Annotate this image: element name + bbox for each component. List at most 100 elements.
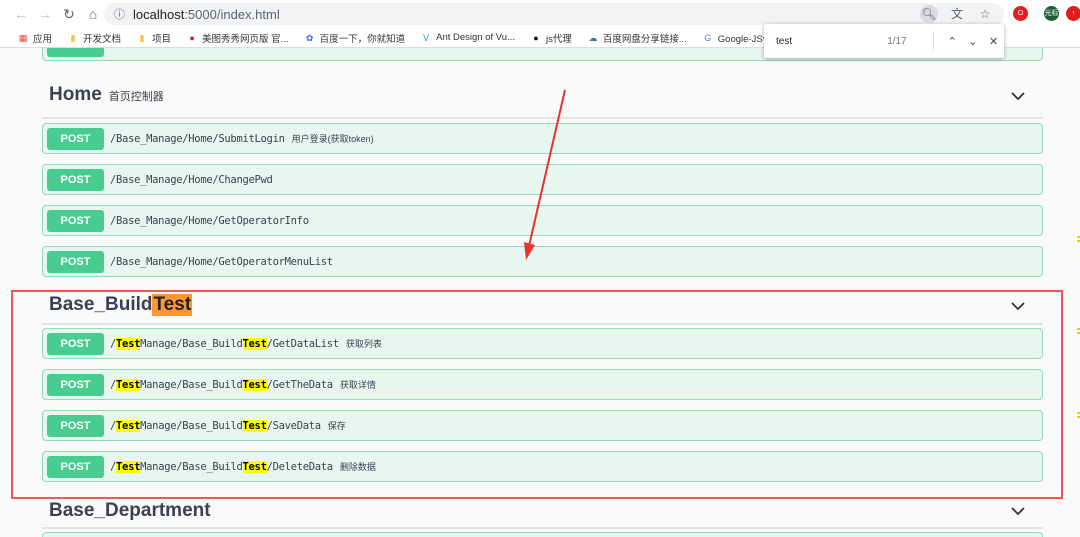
find-highlight-active: Test — [152, 294, 192, 316]
path-segment: /Base_Manage/Home/ChangePwd — [110, 174, 273, 186]
operation-row[interactable]: POST/Base_Manage/Home/GetOperatorMenuLis… — [42, 246, 1043, 277]
profile-avatar[interactable]: 光标 — [1044, 6, 1059, 21]
operation-path: /Base_Manage/Home/GetOperatorInfo — [110, 215, 309, 227]
find-input[interactable]: test — [776, 36, 887, 47]
address-bar[interactable]: ⓘ localhost:5000/index.html 🔍︎ 文 ☆ — [104, 3, 1004, 25]
chevron-down-icon[interactable] — [1010, 90, 1026, 102]
bookmark-item[interactable]: V Ant Design of Vu... — [421, 32, 515, 43]
tag-header-base-buildtest[interactable]: Base_BuildTest — [49, 294, 192, 316]
path-segment: /SaveData — [267, 420, 321, 432]
meitu-icon: ● — [187, 33, 197, 43]
operation-path: /TestManage/Base_BuildTest/GetDataList — [110, 338, 339, 350]
bookmark-label: 项目 — [152, 31, 171, 45]
close-icon[interactable]: ✕ — [983, 35, 1004, 48]
path-segment: Manage/Base_Build — [140, 461, 242, 473]
post-badge: POST — [47, 128, 104, 150]
github-icon: ● — [531, 33, 541, 43]
tag-title: Base_Department — [49, 500, 211, 522]
divider — [42, 527, 1043, 529]
path-segment: Manage/Base_Build — [140, 379, 242, 391]
post-badge — [47, 48, 104, 57]
path-segment: /GetDataList — [267, 338, 339, 350]
chevron-up-icon[interactable]: ⌃ — [942, 35, 963, 48]
operation-summary: 获取列表 — [346, 337, 382, 350]
apps-grid-icon: ▦ — [18, 33, 28, 43]
bookmark-item[interactable]: ▮项目 — [137, 31, 171, 45]
path-segment: Manage/Base_Build — [140, 420, 242, 432]
swagger-content: Home 首页控制器 POST/Base_Manage/Home/SubmitL… — [0, 48, 1080, 537]
reload-icon[interactable]: ↻ — [58, 6, 80, 23]
find-highlight: Test — [243, 338, 267, 350]
chevron-down-icon[interactable]: ⌄ — [963, 35, 984, 48]
operation-path: /TestManage/Base_BuildTest/DeleteData — [110, 461, 333, 473]
tag-header-base-department[interactable]: Base_Department — [49, 500, 211, 522]
info-icon[interactable]: ⓘ — [114, 6, 125, 22]
path-segment: /Base_Manage/Home/SubmitLogin — [110, 133, 285, 145]
find-highlight: Test — [116, 420, 140, 432]
bookmark-label: 应用 — [33, 31, 52, 45]
find-highlight: Test — [116, 338, 140, 350]
find-count: 1/17 — [887, 36, 925, 47]
tag-description: 首页控制器 — [109, 88, 164, 104]
operation-row[interactable]: POST/TestManage/Base_BuildTest/DeleteDat… — [42, 451, 1043, 482]
chevron-down-icon[interactable] — [1010, 505, 1026, 517]
forward-icon[interactable]: → — [34, 6, 56, 22]
bookmark-item[interactable]: ✿ 百度一下，你就知道 — [305, 31, 406, 45]
bookmark-label: js代理 — [546, 31, 572, 45]
operation-summary: 获取详情 — [340, 378, 376, 391]
path-segment: Manage/Base_Build — [140, 338, 242, 350]
bookmark-item[interactable]: ● js代理 — [531, 31, 572, 45]
operation-path: /Base_Manage/Home/GetOperatorMenuList — [110, 256, 333, 268]
path-segment: /DeleteData — [267, 461, 333, 473]
find-highlight: Test — [243, 461, 267, 473]
path-segment: /GetTheData — [267, 379, 333, 391]
operation-row[interactable]: POST/Base_Manage/Home/SubmitLogin 用户登录(获取… — [42, 123, 1043, 154]
bookmark-item[interactable]: ☁ 百度网盘分享链接... — [588, 31, 687, 45]
find-page-icon[interactable]: 🔍︎ — [920, 5, 938, 23]
translate-icon[interactable]: 文 — [948, 5, 966, 23]
operation-row[interactable]: POST/TestManage/Base_BuildTest/GetDataLi… — [42, 328, 1043, 359]
vue-icon: V — [421, 33, 431, 43]
back-icon[interactable]: ← — [10, 6, 32, 22]
operation-summary: 删除数据 — [340, 460, 376, 473]
bookmark-label: 百度网盘分享链接... — [603, 31, 687, 45]
post-badge: POST — [47, 333, 104, 355]
operation-summary: 用户登录(获取token) — [292, 132, 374, 145]
star-icon[interactable]: ☆ — [976, 5, 994, 23]
google-icon: G — [703, 33, 713, 43]
bookmark-label: 美图秀秀网页版 官... — [202, 31, 289, 45]
tag-header-home[interactable]: Home 首页控制器 — [49, 84, 164, 106]
post-badge: POST — [47, 169, 104, 191]
bookmark-label: Ant Design of Vu... — [436, 32, 515, 43]
bookmark-item[interactable]: ▦ 应用 — [18, 31, 52, 45]
tag-title: Base_Build — [49, 294, 152, 316]
find-highlight: Test — [243, 379, 267, 391]
operation-row[interactable]: POST/TestManage/Base_BuildTest/SaveData保… — [42, 410, 1043, 441]
cloud-icon: ☁ — [588, 33, 598, 43]
chevron-down-icon[interactable] — [1010, 300, 1026, 312]
tag-title: Home — [49, 84, 102, 106]
url-path: :5000/index.html — [184, 7, 279, 22]
bookmark-item[interactable]: ● 美图秀秀网页版 官... — [187, 31, 289, 45]
operation-row[interactable]: POST/TestManage/Base_BuildTest/GetTheDat… — [42, 369, 1043, 400]
home-icon[interactable]: ⌂ — [82, 6, 104, 22]
post-badge: POST — [47, 456, 104, 478]
bookmark-label: 开发文档 — [83, 31, 121, 45]
find-divider — [933, 31, 934, 51]
post-badge: POST — [47, 251, 104, 273]
bookmark-label: 百度一下，你就知道 — [320, 31, 406, 45]
find-highlight: Test — [116, 461, 140, 473]
operation-row-partial[interactable] — [42, 532, 1043, 537]
operation-row[interactable]: POST/Base_Manage/Home/GetOperatorInfo — [42, 205, 1043, 236]
post-badge: POST — [47, 374, 104, 396]
bookmark-item[interactable]: ▮开发文档 — [68, 31, 121, 45]
operation-path: /TestManage/Base_BuildTest/SaveData — [110, 420, 321, 432]
divider — [42, 323, 1043, 325]
update-extension-icon[interactable]: ↑ — [1066, 6, 1080, 21]
path-segment: /Base_Manage/Home/GetOperatorInfo — [110, 215, 309, 227]
baidu-icon: ✿ — [305, 33, 315, 43]
operation-row[interactable]: POST/Base_Manage/Home/ChangePwd — [42, 164, 1043, 195]
operation-summary: 保存 — [328, 419, 346, 432]
path-segment: /Base_Manage/Home/GetOperatorMenuList — [110, 256, 333, 268]
opera-extension-icon[interactable]: O — [1013, 6, 1028, 21]
